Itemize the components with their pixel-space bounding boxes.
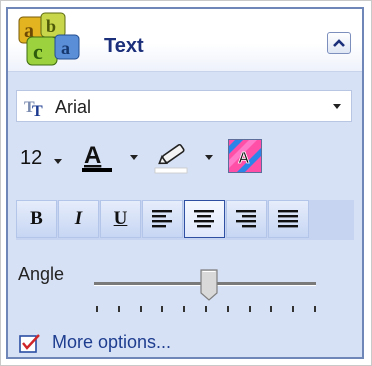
angle-label: Angle <box>18 264 65 284</box>
chevron-down-icon[interactable] <box>333 104 341 109</box>
align-center-button[interactable] <box>184 200 225 238</box>
truetype-font-icon: T T <box>24 97 48 122</box>
font-size-dropdown[interactable]: 12 <box>16 143 72 175</box>
slider-tick <box>248 306 251 312</box>
font-size-value: 12 <box>20 147 43 169</box>
svg-text:A: A <box>84 142 101 169</box>
text-effects-icon: A <box>229 140 261 172</box>
slider-tick <box>270 306 273 312</box>
font-color-icon: A <box>82 142 138 172</box>
align-right-icon <box>236 210 256 228</box>
underline-button[interactable]: U <box>100 200 141 238</box>
svg-text:a: a <box>61 38 70 58</box>
text-panel-frame: a b c a Text T T Arial 12 A A B I U Angl… <box>6 7 364 359</box>
more-options-label: More options... <box>52 332 172 352</box>
angle-slider-thumb[interactable] <box>200 269 219 301</box>
slider-tick <box>117 306 120 312</box>
chevron-down-icon[interactable] <box>54 159 62 164</box>
slider-tick <box>139 306 142 312</box>
formatting-toolbar: B I U <box>16 200 354 240</box>
checkbox-options-icon <box>19 334 40 353</box>
highlight-color-button[interactable] <box>153 137 225 177</box>
slider-tick <box>226 306 229 312</box>
panel-title: Text <box>104 35 144 57</box>
underline-icon: U <box>113 208 128 229</box>
italic-icon: I <box>74 208 83 229</box>
bold-icon: B <box>30 208 43 229</box>
bold-button[interactable]: B <box>16 200 57 238</box>
font-name-dropdown[interactable]: T T Arial <box>16 90 352 122</box>
svg-text:b: b <box>46 16 56 36</box>
collapse-button[interactable] <box>327 32 351 54</box>
align-left-icon <box>152 210 172 228</box>
panel-body: T T Arial 12 A A B I U Angle More option… <box>8 72 362 357</box>
slider-tick <box>205 306 207 312</box>
italic-button[interactable]: I <box>58 200 99 238</box>
align-center-icon <box>194 210 214 228</box>
svg-text:c: c <box>33 39 43 64</box>
panel-header: a b c a Text <box>8 9 362 72</box>
slider-tick <box>183 306 186 312</box>
slider-tick <box>96 306 98 312</box>
svg-text:A: A <box>238 150 250 167</box>
slider-tick <box>161 306 164 312</box>
slider-tick <box>292 306 295 312</box>
abc-blocks-logo-icon: a b c a <box>11 11 91 69</box>
justify-icon <box>278 210 298 228</box>
font-color-button[interactable]: A <box>80 137 150 177</box>
svg-text:T: T <box>32 103 43 117</box>
text-effects-button[interactable]: A <box>228 139 262 173</box>
slider-tick <box>314 306 316 312</box>
font-name-value: Arial <box>55 97 92 117</box>
text-panel: a b c a Text T T Arial 12 A A B I U Angl… <box>0 0 372 366</box>
highlighter-icon <box>154 144 213 174</box>
chevron-up-icon <box>333 39 345 47</box>
justify-button[interactable] <box>268 200 309 238</box>
align-right-button[interactable] <box>226 200 267 238</box>
align-left-button[interactable] <box>142 200 183 238</box>
